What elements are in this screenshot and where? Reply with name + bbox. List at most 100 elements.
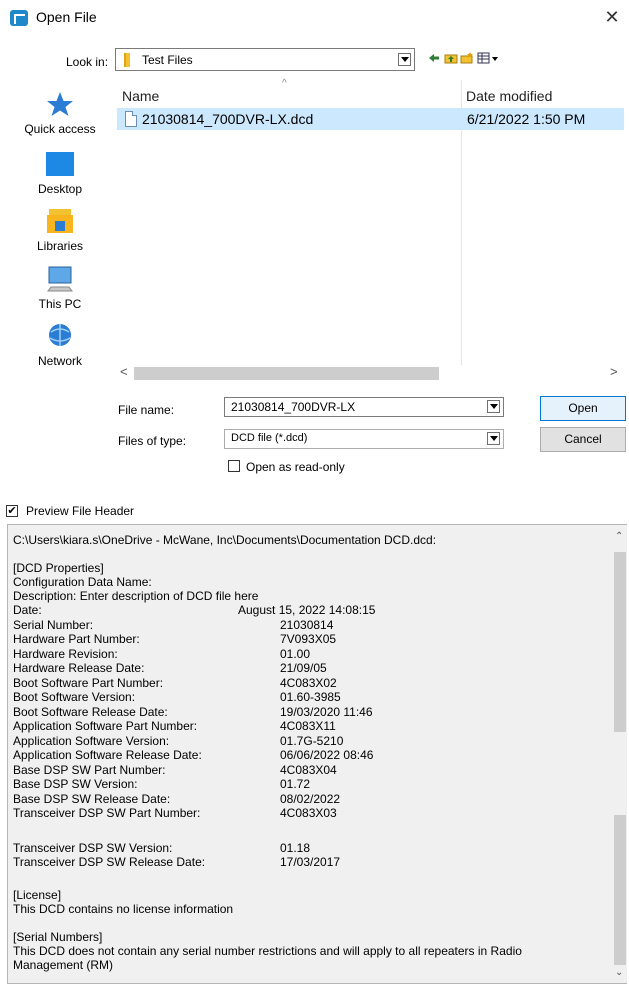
place-label: Quick access — [24, 122, 96, 136]
place-libraries[interactable]: Libraries — [20, 207, 100, 253]
scroll-thumb[interactable] — [614, 552, 626, 732]
scroll-up-icon[interactable]: ⌃ — [615, 531, 623, 542]
property-value: 08/02/2022 — [280, 791, 341, 806]
file-type-select[interactable]: DCD file (*.dcd) — [224, 429, 504, 449]
serials-text: This DCD does not contain any serial num… — [13, 944, 522, 958]
property-label: Application Software Version: — [13, 733, 170, 748]
serials-text: Management (RM) — [13, 958, 114, 972]
property-label: Hardware Part Number: — [13, 632, 140, 646]
property-value: 19/03/2020 11:46 — [280, 704, 373, 719]
property-label: Hardware Release Date: — [13, 661, 145, 675]
property-value: 01.60-3985 — [280, 690, 341, 704]
chevron-down-icon[interactable] — [487, 432, 500, 445]
file-list[interactable]: ^ Name Date modified 21030814_700DVR-LX.… — [116, 78, 625, 388]
preview-text-area[interactable]: C:\Users\kiara.s\OneDrive - McWane, Inc\… — [7, 524, 627, 984]
column-header-date[interactable]: Date modified — [466, 88, 552, 104]
property-label: Transceiver DSP SW Version: — [13, 840, 173, 855]
preview-header-label: Preview File Header — [26, 504, 135, 518]
place-desktop[interactable]: Desktop — [20, 150, 100, 196]
look-in-value: Test Files — [142, 53, 193, 67]
property-value: 4C083X03 — [280, 806, 337, 820]
network-icon — [45, 322, 75, 350]
file-type-label: Files of type: — [118, 434, 187, 448]
horizontal-scrollbar[interactable]: < > — [116, 364, 625, 382]
file-row-date: 6/21/2022 1:50 PM — [467, 111, 586, 127]
up-folder-icon[interactable] — [444, 52, 458, 64]
property-label: Boot Software Release Date: — [13, 704, 168, 719]
scroll-left-icon[interactable]: < — [120, 364, 128, 379]
libraries-icon — [45, 207, 75, 235]
property-value: 01.18 — [280, 840, 311, 855]
place-quick-access[interactable]: Quick access — [20, 90, 100, 136]
chevron-down-icon[interactable] — [487, 400, 500, 413]
property-value: 7V093X05 — [280, 632, 337, 646]
app-icon — [10, 10, 28, 26]
property-value: 21030814 — [280, 617, 334, 632]
property-label: Date: — [13, 603, 42, 617]
preview-header-checkbox[interactable]: ✔ — [6, 505, 18, 517]
place-label: This PC — [38, 297, 82, 311]
place-label: Network — [37, 354, 82, 368]
section-heading: [Serial Numbers] — [13, 930, 103, 944]
file-name-value: 21030814_700DVR-LX — [231, 400, 356, 414]
property-label: Base DSP SW Release Date: — [13, 791, 171, 806]
cancel-button[interactable]: Cancel — [540, 427, 626, 452]
preview-file-path: C:\Users\kiara.s\OneDrive - McWane, Inc\… — [13, 533, 437, 547]
property-value: August 15, 2022 14:08:15 — [238, 603, 376, 617]
place-this-pc[interactable]: This PC — [20, 265, 100, 311]
property-label: Hardware Revision: — [13, 646, 118, 661]
chevron-down-icon[interactable] — [398, 53, 411, 66]
look-in-dropdown[interactable]: Test Files — [115, 48, 415, 71]
document-icon — [125, 111, 137, 127]
property-value: 01.72 — [280, 777, 311, 791]
title-bar: Open File ✕ — [0, 0, 629, 34]
scroll-right-icon[interactable]: > — [610, 364, 618, 379]
property-label: Base DSP SW Version: — [13, 777, 138, 791]
property-label: Transceiver DSP SW Part Number: — [13, 806, 201, 820]
property-label: Serial Number: — [13, 617, 94, 632]
section-heading: [License] — [13, 888, 62, 902]
description-line: Description: Enter description of DCD fi… — [13, 589, 259, 603]
property-value: 06/06/2022 08:46 — [280, 748, 374, 762]
property-label: Transceiver DSP SW Release Date: — [13, 855, 206, 869]
property-value: 01.7G-5210 — [280, 733, 344, 748]
folder-icon — [124, 53, 130, 67]
new-folder-icon[interactable] — [460, 52, 474, 64]
property-label: Boot Software Version: — [13, 690, 136, 704]
property-value: 4C083X04 — [280, 762, 337, 777]
read-only-checkbox[interactable] — [228, 460, 240, 472]
window-title: Open File — [36, 9, 97, 25]
property-value: 4C083X11 — [280, 719, 336, 733]
look-in-label: Look in: — [66, 55, 109, 69]
computer-icon — [45, 265, 75, 293]
property-value: 4C083X02 — [280, 675, 337, 690]
place-label: Desktop — [37, 182, 83, 196]
file-row[interactable]: 21030814_700DVR-LX.dcd 6/21/2022 1:50 PM — [117, 108, 624, 130]
vertical-scrollbar[interactable]: ⌃ ⌄ ⌄ — [613, 525, 627, 983]
read-only-label: Open as read-only — [246, 460, 345, 474]
desktop-icon — [45, 150, 75, 178]
property-label: Base DSP SW Part Number: — [13, 762, 166, 777]
property-value: 17/03/2017 — [280, 855, 341, 869]
file-name-label: File name: — [118, 403, 175, 417]
back-icon[interactable] — [428, 52, 440, 64]
sort-ascending-icon: ^ — [282, 78, 287, 89]
close-button[interactable]: ✕ — [600, 6, 624, 28]
section-heading: [DCD Properties] — [13, 561, 104, 575]
property-label: Application Software Release Date: — [13, 748, 202, 762]
view-menu-icon[interactable] — [477, 52, 499, 64]
scroll-thumb[interactable] — [614, 815, 626, 965]
file-type-value: DCD file (*.dcd) — [231, 432, 308, 444]
config-name-line: Configuration Data Name: — [13, 575, 152, 589]
column-header-name[interactable]: Name — [122, 88, 159, 104]
place-network[interactable]: Network — [20, 322, 100, 368]
open-button[interactable]: Open — [540, 396, 626, 421]
file-name-input[interactable]: 21030814_700DVR-LX — [224, 397, 504, 417]
scroll-down-icon[interactable]: ⌄ — [615, 967, 623, 978]
star-icon — [45, 90, 75, 118]
property-label: Boot Software Part Number: — [13, 675, 164, 690]
file-row-name: 21030814_700DVR-LX.dcd — [142, 111, 314, 127]
property-value: 01.00 — [280, 646, 311, 661]
scroll-thumb[interactable] — [134, 367, 439, 380]
license-text: This DCD contains no license information — [13, 902, 234, 916]
